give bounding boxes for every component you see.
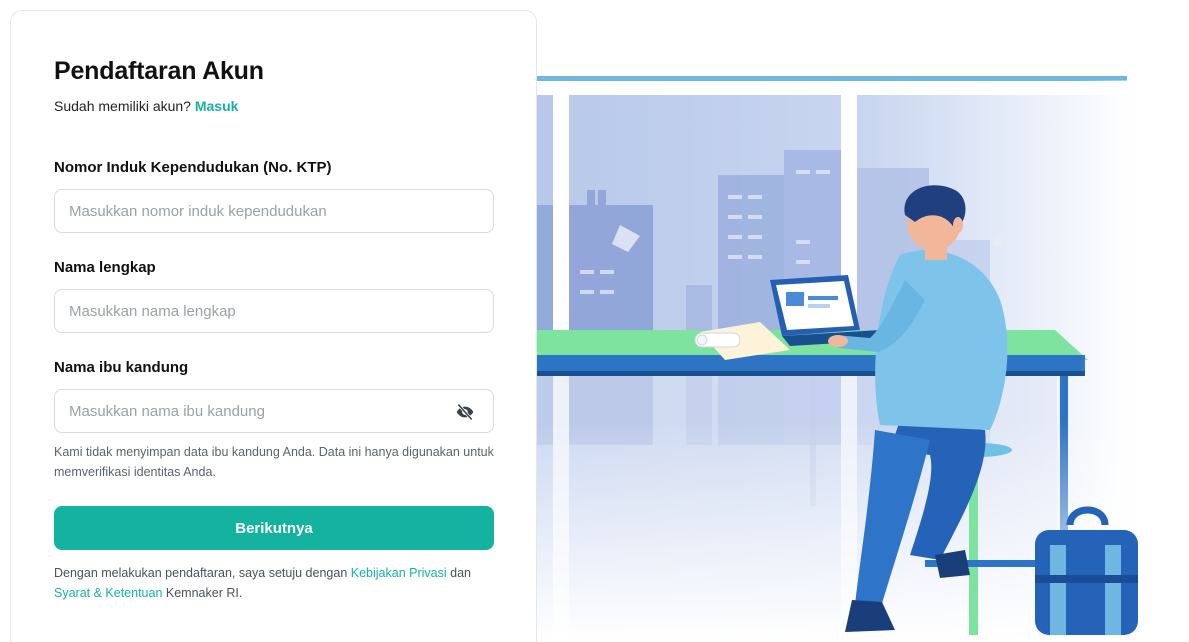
person-working-at-laptop-illustration xyxy=(537,76,1189,642)
nik-input[interactable] xyxy=(69,202,479,220)
nik-label: Nomor Induk Kependudukan (No. KTP) xyxy=(54,159,332,176)
window-top-beam xyxy=(537,76,1127,81)
login-prompt-line: Sudah memiliki akun? Masuk xyxy=(54,98,494,114)
terms-prefix: Dengan melakukan pendaftaran, saya setuj… xyxy=(54,566,348,580)
nik-field[interactable] xyxy=(54,189,494,233)
login-link[interactable]: Masuk xyxy=(195,98,239,114)
mother-name-input[interactable] xyxy=(69,402,479,420)
terms-text: Dengan melakukan pendaftaran, saya setuj… xyxy=(54,563,494,603)
mother-name-field[interactable] xyxy=(54,389,494,433)
wall-light xyxy=(993,236,1001,246)
registration-form: Pendaftaran Akun Sudah memiliki akun? Ma… xyxy=(54,57,494,603)
registration-card: Pendaftaran Akun Sudah memiliki akun? Ma… xyxy=(10,10,537,642)
page-title: Pendaftaran Akun xyxy=(54,57,264,85)
full-name-input[interactable] xyxy=(69,302,479,320)
next-button[interactable]: Berikutnya xyxy=(54,506,494,550)
full-name-field[interactable] xyxy=(54,289,494,333)
privacy-policy-link[interactable]: Kebijakan Privasi xyxy=(351,566,447,580)
window-header-band xyxy=(537,81,1127,95)
terms-suffix: Kemnaker RI. xyxy=(165,586,243,600)
mother-name-hint: Kami tidak menyimpan data ibu kandung An… xyxy=(54,445,494,479)
terms-of-service-link[interactable]: Syarat & Ketentuan xyxy=(54,586,162,600)
eye-slash-icon[interactable] xyxy=(455,402,475,422)
full-name-label: Nama lengkap xyxy=(54,259,156,276)
terms-conjunction: dan xyxy=(450,566,471,580)
mother-name-label: Nama ibu kandung xyxy=(54,359,189,376)
login-prompt-text: Sudah memiliki akun? xyxy=(54,98,191,114)
